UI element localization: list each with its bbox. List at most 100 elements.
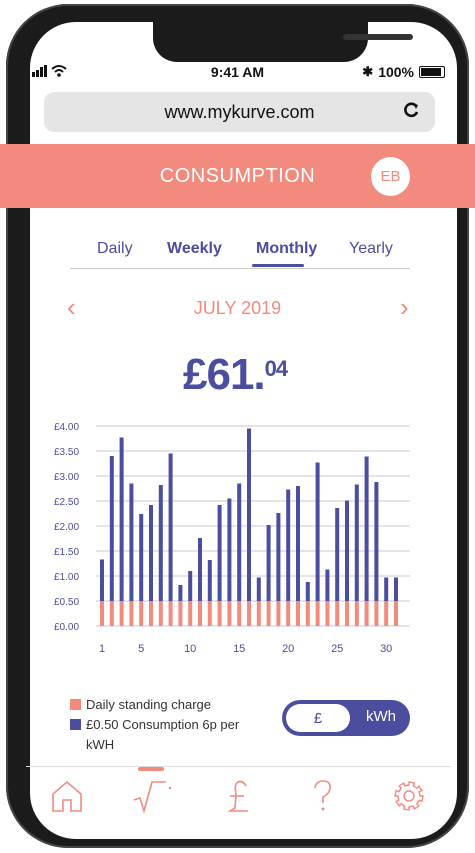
y-tick-label: £2.50 xyxy=(54,497,79,508)
y-tick-label: £0.00 xyxy=(54,622,79,633)
bar-standing-25 xyxy=(335,601,340,626)
x-tick-label: 10 xyxy=(184,643,196,655)
total-amount-fraction: 04 xyxy=(264,356,289,381)
bar-standing-10 xyxy=(188,601,193,626)
bar-standing-29 xyxy=(374,601,379,626)
bar-consumption-4 xyxy=(129,483,134,601)
bar-standing-17 xyxy=(256,601,261,626)
bar-consumption-3 xyxy=(119,437,124,601)
legend-consumption-label: £0.50 Consumption 6p per xyxy=(86,717,240,732)
bar-standing-15 xyxy=(237,601,242,626)
y-tick-label: £1.50 xyxy=(54,547,79,558)
bar-consumption-6 xyxy=(149,505,153,601)
bar-consumption-20 xyxy=(286,489,291,601)
battery-icon xyxy=(419,66,445,78)
battery-percent: 100% xyxy=(378,64,414,80)
notch xyxy=(153,22,413,62)
bar-consumption-21 xyxy=(296,486,300,601)
toggle-kwh[interactable]: kWh xyxy=(356,708,406,725)
bar-standing-30 xyxy=(384,601,389,626)
y-tick-label: £1.00 xyxy=(54,572,79,583)
bar-standing-3 xyxy=(119,601,124,626)
tab-daily[interactable]: Daily xyxy=(97,240,133,258)
bar-consumption-16 xyxy=(247,428,251,601)
bar-standing-12 xyxy=(207,601,212,626)
legend-standing: Daily standing charge xyxy=(70,695,239,715)
bar-consumption-2 xyxy=(109,456,114,601)
avatar[interactable]: EB xyxy=(371,157,410,196)
bar-consumption-1 xyxy=(100,559,104,601)
period-tabs: Daily Weekly Monthly Yearly xyxy=(70,230,410,269)
tab-yearly[interactable]: Yearly xyxy=(349,240,393,258)
bar-standing-5 xyxy=(139,601,144,626)
bar-consumption-19 xyxy=(276,513,281,601)
bar-standing-13 xyxy=(217,601,222,626)
bar-standing-26 xyxy=(345,601,349,626)
bar-standing-11 xyxy=(198,601,202,626)
bar-standing-27 xyxy=(354,601,359,626)
x-tick-label: 5 xyxy=(138,643,144,655)
bar-standing-14 xyxy=(227,601,232,626)
settings-icon[interactable] xyxy=(392,778,432,816)
url-text: www.mykurve.com xyxy=(164,101,315,122)
home-icon[interactable] xyxy=(50,778,90,816)
nav-active-indicator xyxy=(138,767,164,771)
consumption-icon[interactable] xyxy=(132,778,172,816)
tab-weekly[interactable]: Weekly xyxy=(167,240,222,258)
x-tick-label: 30 xyxy=(380,643,392,655)
bar-standing-4 xyxy=(129,601,134,626)
bar-consumption-23 xyxy=(315,462,320,601)
bar-consumption-14 xyxy=(227,498,232,601)
bar-standing-23 xyxy=(315,601,320,626)
y-tick-label: £4.00 xyxy=(54,422,79,433)
y-tick-label: £2.00 xyxy=(54,522,79,533)
x-tick-label: 1 xyxy=(99,643,105,655)
bar-consumption-30 xyxy=(384,577,389,601)
bar-consumption-15 xyxy=(237,483,242,601)
pound-icon[interactable] xyxy=(224,778,264,816)
url-bar[interactable]: www.mykurve.com xyxy=(44,92,435,132)
bar-standing-6 xyxy=(149,601,153,626)
bar-standing-16 xyxy=(247,601,251,626)
chart-legend: Daily standing charge £0.50 Consumption … xyxy=(70,695,239,755)
bar-consumption-8 xyxy=(168,453,173,601)
toggle-pound[interactable]: £ xyxy=(286,704,350,732)
x-tick-label: 15 xyxy=(233,643,245,655)
tab-selected-indicator xyxy=(252,264,304,267)
bar-consumption-13 xyxy=(217,505,222,601)
bar-standing-19 xyxy=(276,601,281,626)
bar-standing-1 xyxy=(100,601,104,626)
legend-consumption-swatch xyxy=(70,719,81,730)
bar-consumption-10 xyxy=(188,571,193,601)
tab-monthly[interactable]: Monthly xyxy=(256,240,317,258)
help-icon[interactable] xyxy=(310,778,350,816)
bar-standing-24 xyxy=(325,601,330,626)
y-tick-label: £3.50 xyxy=(54,447,79,458)
consumption-chart: £0.00 £0.50 £1.00 £1.50 £2.00 £2.50 £3.00 £3.50… xyxy=(54,422,410,655)
legend-standing-label: Daily standing charge xyxy=(86,697,212,712)
bar-consumption-7 xyxy=(158,485,163,601)
total-amount: £61.04 xyxy=(183,350,289,400)
bar-consumption-17 xyxy=(256,577,261,601)
nav-divider xyxy=(26,766,451,767)
y-tick-label: £3.00 xyxy=(54,472,79,483)
reload-icon[interactable] xyxy=(401,100,421,126)
next-month-button[interactable]: › xyxy=(400,292,409,323)
legend-consumption-label-2: kWH xyxy=(86,737,115,752)
units-toggle[interactable]: £ kWh xyxy=(282,700,410,736)
bar-consumption-29 xyxy=(374,482,379,601)
y-tick-label: £0.50 xyxy=(54,597,79,608)
bar-standing-22 xyxy=(305,601,310,626)
bar-standing-31 xyxy=(394,601,398,626)
x-tick-label: 25 xyxy=(331,643,343,655)
bar-consumption-26 xyxy=(345,500,349,601)
bar-consumption-9 xyxy=(178,585,183,601)
bar-standing-7 xyxy=(158,601,163,626)
total-amount-main: £61. xyxy=(183,350,266,399)
bar-consumption-31 xyxy=(394,577,398,601)
bar-consumption-11 xyxy=(198,538,202,601)
legend-standing-swatch xyxy=(70,699,81,710)
bar-consumption-12 xyxy=(207,560,212,601)
speaker xyxy=(343,34,413,40)
bar-consumption-22 xyxy=(305,582,310,601)
